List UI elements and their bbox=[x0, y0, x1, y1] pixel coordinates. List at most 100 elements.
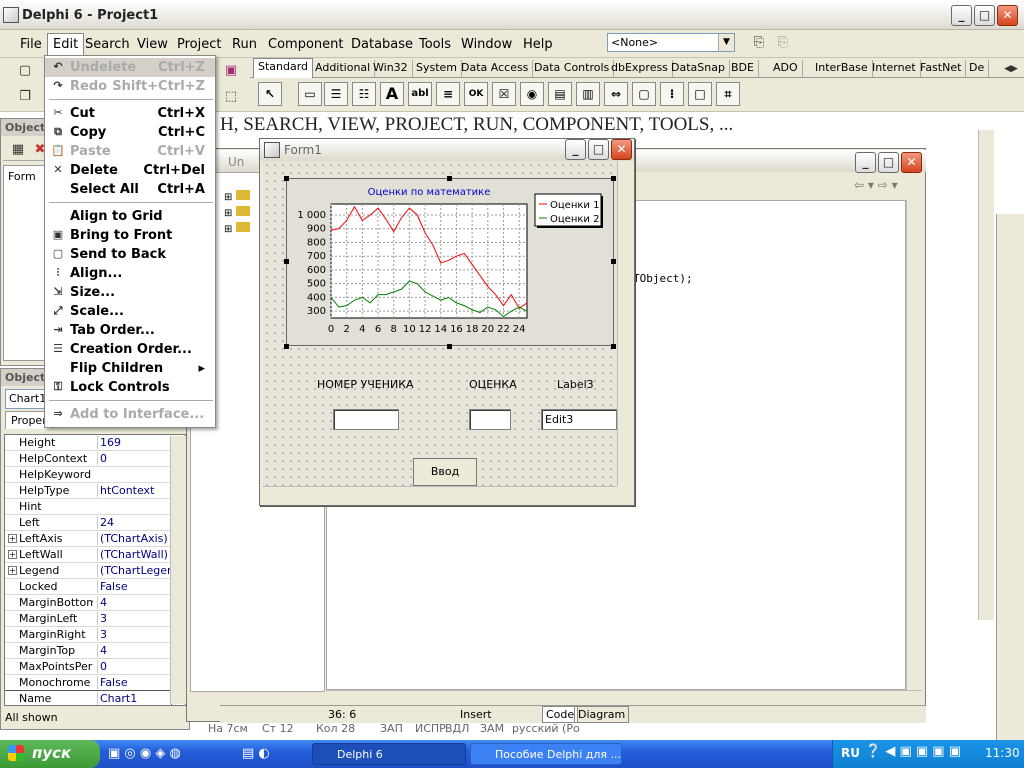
property-value[interactable]: htContext bbox=[97, 484, 171, 497]
property-row[interactable]: MaxPointsPerP 0 bbox=[5, 659, 171, 675]
property-row[interactable]: MarginTop 4 bbox=[5, 643, 171, 659]
tab-additional[interactable]: Additional bbox=[311, 60, 376, 78]
editor-maximize-button[interactable]: □ bbox=[878, 152, 899, 173]
tab-ado[interactable]: ADO bbox=[769, 60, 803, 78]
selection-handle[interactable] bbox=[611, 259, 616, 264]
button-component-icon[interactable]: OK bbox=[464, 82, 488, 106]
label3[interactable]: Label3 bbox=[557, 378, 594, 391]
combobox-icon[interactable]: ▥ bbox=[576, 82, 600, 106]
popupmenu-icon[interactable]: ☷ bbox=[352, 82, 376, 106]
minimize-button[interactable]: _ bbox=[951, 5, 972, 26]
menu-item-align[interactable]: ⫶ Align... bbox=[45, 264, 215, 283]
property-value[interactable]: (TChartWall) bbox=[97, 548, 171, 561]
actionlist-icon[interactable]: ⌗ bbox=[716, 82, 740, 106]
menu-item-select-all[interactable]: Select All Ctrl+A bbox=[45, 180, 215, 199]
tab-de[interactable]: De bbox=[965, 60, 990, 78]
edit-component-icon[interactable]: abl bbox=[408, 82, 432, 106]
property-value[interactable]: 4 bbox=[97, 596, 171, 609]
tab-internet[interactable]: Internet bbox=[868, 60, 921, 78]
tree-expand-icon[interactable]: ⊞ bbox=[224, 192, 232, 203]
document-vscrollbar[interactable] bbox=[978, 130, 994, 620]
tree-expand-icon[interactable]: ⊞ bbox=[224, 208, 232, 219]
label-component-icon[interactable]: A bbox=[380, 82, 404, 106]
label-grade[interactable]: ОЦЕНКА bbox=[469, 378, 517, 391]
property-row[interactable]: MarginBottom 4 bbox=[5, 595, 171, 611]
property-row[interactable]: MarginLeft 3 bbox=[5, 611, 171, 627]
selection-handle[interactable] bbox=[284, 176, 289, 181]
menu-search[interactable]: Search bbox=[85, 37, 130, 52]
enter-button[interactable]: Ввод bbox=[413, 458, 477, 486]
tab-data-controls[interactable]: Data Controls bbox=[530, 60, 615, 78]
property-row[interactable]: + LeftAxis (TChartAxis) bbox=[5, 531, 171, 547]
edit3[interactable]: Edit3 bbox=[541, 409, 617, 430]
property-row[interactable]: Hint bbox=[5, 499, 171, 515]
menu-edit[interactable]: Edit bbox=[47, 33, 85, 55]
property-row[interactable]: Height 169 bbox=[5, 435, 171, 451]
save-desktop-icon[interactable]: ⎘ bbox=[748, 32, 770, 54]
menu-item-delete[interactable]: ✕ Delete Ctrl+Del bbox=[45, 161, 215, 180]
memo-icon[interactable]: ≡ bbox=[436, 82, 460, 106]
chevron-down-icon[interactable]: ▼ bbox=[718, 34, 734, 51]
new-file-icon[interactable]: ▢ bbox=[14, 60, 36, 82]
editor-tab-unit[interactable]: Un bbox=[228, 155, 244, 169]
expand-plus-icon[interactable]: + bbox=[8, 550, 17, 559]
menu-item-flip-children[interactable]: Flip Children ▸ bbox=[45, 359, 215, 378]
tree-view-icon[interactable]: ▦ bbox=[7, 139, 29, 161]
language-indicator[interactable]: RU bbox=[841, 746, 860, 760]
tab-data-access[interactable]: Data Access bbox=[457, 60, 534, 78]
selection-handle[interactable] bbox=[447, 344, 452, 349]
menu-item-tab-order[interactable]: ⇥ Tab Order... bbox=[45, 321, 215, 340]
inspector-scrollbar[interactable] bbox=[170, 436, 186, 704]
pointer-icon[interactable]: ↖ bbox=[258, 82, 282, 106]
selection-handle[interactable] bbox=[611, 344, 616, 349]
mainmenu-icon[interactable]: ☰ bbox=[324, 82, 348, 106]
selection-handle[interactable] bbox=[284, 259, 289, 264]
nav-back-forward-icon[interactable]: ⇦ ▾ ⇨ ▾ bbox=[854, 178, 898, 192]
property-value[interactable]: False bbox=[97, 580, 171, 593]
tab-datasnap[interactable]: DataSnap bbox=[667, 60, 730, 78]
selection-handle[interactable] bbox=[611, 176, 616, 181]
property-value[interactable]: (TChartLegend) bbox=[97, 564, 171, 577]
tab-system[interactable]: System bbox=[412, 60, 463, 78]
tab-diagram[interactable]: Diagram bbox=[574, 706, 630, 723]
frames-icon[interactable]: ▭ bbox=[298, 82, 322, 106]
menu-project[interactable]: Project bbox=[177, 37, 221, 52]
quick-launch-icons[interactable]: ▣ ◎ ◉ ◈ ◍ bbox=[108, 746, 181, 761]
tree-item-form[interactable]: Form bbox=[8, 170, 36, 183]
tab-dbexpress[interactable]: dbExpress bbox=[607, 60, 673, 78]
radiogroup-icon[interactable]: ⁝ bbox=[660, 82, 684, 106]
debug-desktop-icon[interactable]: ⎘ bbox=[772, 32, 794, 54]
listbox-icon[interactable]: ▤ bbox=[548, 82, 572, 106]
edit-grade[interactable] bbox=[469, 409, 511, 430]
maximize-button[interactable]: □ bbox=[974, 5, 995, 26]
editor-minimize-button[interactable]: _ bbox=[855, 152, 876, 173]
tab-fastnet[interactable]: FastNet bbox=[916, 60, 967, 78]
form1-hscrollbar[interactable] bbox=[263, 486, 617, 502]
property-row[interactable]: HelpType htContext bbox=[5, 483, 171, 499]
tab-standard[interactable]: Standard bbox=[253, 58, 314, 78]
menu-item-align-to-grid[interactable]: Align to Grid bbox=[45, 207, 215, 226]
menu-tools[interactable]: Tools bbox=[419, 37, 451, 52]
property-value[interactable]: 3 bbox=[97, 628, 171, 641]
palette-scroll-icon[interactable]: ◀▶ bbox=[1000, 58, 1022, 80]
property-value[interactable]: 3 bbox=[97, 612, 171, 625]
property-value[interactable]: 169 bbox=[97, 436, 171, 449]
menu-item-cut[interactable]: ✂ Cut Ctrl+X bbox=[45, 104, 215, 123]
property-row[interactable]: Name Chart1 bbox=[5, 690, 172, 705]
editor-vscrollbar[interactable] bbox=[906, 200, 922, 690]
menu-item-undelete[interactable]: ↶ Undelete Ctrl+Z bbox=[45, 58, 215, 77]
property-row[interactable]: Left 24 bbox=[5, 515, 171, 531]
property-value[interactable]: 4 bbox=[97, 644, 171, 657]
property-value[interactable]: 0 bbox=[97, 660, 171, 673]
form1-close-button[interactable]: ✕ bbox=[611, 139, 632, 160]
desktop-config-combo[interactable]: <None> ▼ bbox=[607, 33, 735, 52]
property-value[interactable]: (TChartAxis) bbox=[97, 532, 171, 545]
tab-win32[interactable]: Win32 bbox=[369, 60, 413, 78]
menu-component[interactable]: Component bbox=[268, 37, 343, 52]
menu-item-size[interactable]: ⇲ Size... bbox=[45, 283, 215, 302]
form1-maximize-button[interactable]: □ bbox=[588, 139, 609, 160]
groupbox-icon[interactable]: ▢ bbox=[632, 82, 656, 106]
expand-plus-icon[interactable]: + bbox=[8, 566, 17, 575]
menu-item-add-to-interface[interactable]: ⇒ Add to Interface... bbox=[45, 405, 215, 424]
property-row[interactable]: +Legend (TChartLegend) bbox=[5, 563, 171, 579]
